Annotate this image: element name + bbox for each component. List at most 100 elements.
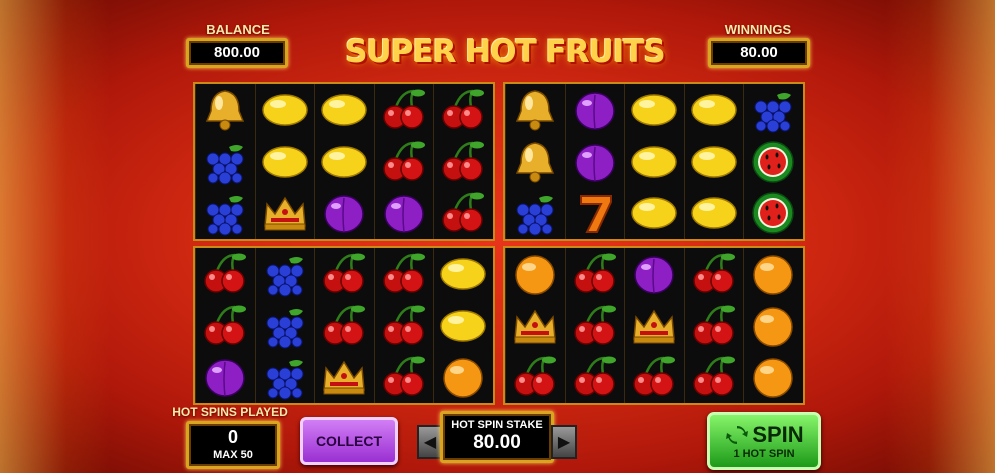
cherry-icon — [434, 137, 492, 187]
reel — [624, 248, 685, 403]
balance-label: BALANCE — [206, 22, 270, 37]
lemon-icon — [434, 301, 492, 351]
bell-icon — [506, 85, 564, 135]
hot-spins-label: HOT SPINS PLAYED — [172, 405, 288, 419]
lemon-icon — [625, 188, 683, 238]
grapes-icon — [256, 352, 314, 402]
hot-spins-max: MAX 50 — [213, 449, 253, 461]
crown-icon — [315, 352, 373, 402]
hot-spins-count: 0 — [227, 427, 238, 447]
bell-icon — [196, 85, 254, 135]
cherry-icon — [685, 249, 743, 299]
orange-icon — [744, 249, 802, 299]
grapes-icon — [196, 137, 254, 187]
slot-grid-top-right — [503, 82, 805, 241]
plum-icon — [315, 188, 373, 238]
cherry-icon — [375, 249, 433, 299]
lemon-icon — [625, 85, 683, 135]
cherry-icon — [196, 301, 254, 351]
reel — [254, 248, 315, 403]
seven-icon — [566, 188, 624, 238]
grapes-icon — [256, 249, 314, 299]
cherry-icon — [375, 137, 433, 187]
plum-icon — [566, 137, 624, 187]
orange-icon — [434, 352, 492, 402]
balance-value: 800.00 — [186, 38, 288, 68]
spin-sub-label: 1 HOT SPIN — [733, 448, 795, 460]
grapes-icon — [744, 85, 802, 135]
plum-icon — [375, 188, 433, 238]
cherry-icon — [685, 301, 743, 351]
flame-decoration-right — [885, 0, 995, 473]
orange-icon — [744, 352, 802, 402]
crown-icon — [506, 301, 564, 351]
winnings-value: 80.00 — [708, 38, 810, 68]
lemon-icon — [315, 85, 373, 135]
cherry-icon — [566, 352, 624, 402]
chevron-right-icon: ▶ — [557, 434, 571, 451]
reel — [624, 84, 685, 239]
stake-increase-button[interactable]: ▶ — [551, 425, 577, 459]
lemon-icon — [434, 249, 492, 299]
lemon-icon — [315, 137, 373, 187]
cherry-icon — [434, 85, 492, 135]
stake-label: HOT SPIN STAKE — [451, 419, 543, 431]
game-title: SUPER HOT FRUITS — [345, 34, 666, 70]
lemon-icon — [685, 85, 743, 135]
reel — [373, 248, 434, 403]
reel — [564, 84, 625, 239]
cherry-icon — [315, 301, 373, 351]
slot-grid-top-left — [193, 82, 495, 241]
lemon-icon — [625, 137, 683, 187]
reel — [743, 84, 804, 239]
reel — [433, 84, 494, 239]
cherry-icon — [375, 301, 433, 351]
stake-box: HOT SPIN STAKE 80.00 — [440, 411, 554, 463]
collect-button[interactable]: COLLECT — [300, 417, 398, 465]
cherry-icon — [375, 85, 433, 135]
reel — [683, 84, 744, 239]
crown-icon — [256, 188, 314, 238]
reel — [683, 248, 744, 403]
cherry-icon — [566, 301, 624, 351]
orange-icon — [744, 301, 802, 351]
reel — [564, 248, 625, 403]
cherry-icon — [315, 249, 373, 299]
cherry-icon — [566, 249, 624, 299]
refresh-icon — [726, 426, 749, 444]
plum-icon — [566, 85, 624, 135]
grapes-icon — [506, 188, 564, 238]
reel — [195, 248, 255, 403]
lemon-icon — [256, 85, 314, 135]
melon-icon — [744, 137, 802, 187]
winnings-label: WINNINGS — [724, 22, 792, 37]
lemon-icon — [685, 188, 743, 238]
orange-icon — [506, 249, 564, 299]
grapes-icon — [196, 188, 254, 238]
melon-icon — [744, 188, 802, 238]
cherry-icon — [506, 352, 564, 402]
lemon-icon — [685, 137, 743, 187]
slot-grid-bottom-left — [193, 246, 495, 405]
stake-value: 80.00 — [473, 432, 521, 453]
cherry-icon — [375, 352, 433, 402]
reel — [743, 248, 804, 403]
spin-button[interactable]: SPIN 1 HOT SPIN — [707, 412, 821, 470]
crown-icon — [625, 301, 683, 351]
reel — [195, 84, 255, 239]
flame-decoration-left — [0, 0, 110, 473]
cherry-icon — [625, 352, 683, 402]
bell-icon — [506, 137, 564, 187]
chevron-left-icon: ◀ — [423, 434, 437, 451]
slot-grid-bottom-right — [503, 246, 805, 405]
reel — [314, 84, 375, 239]
reel — [314, 248, 375, 403]
cherry-icon — [434, 188, 492, 238]
hot-spins-box: 0 MAX 50 — [186, 421, 280, 469]
reel — [505, 248, 565, 403]
cherry-icon — [196, 249, 254, 299]
plum-icon — [625, 249, 683, 299]
reel — [373, 84, 434, 239]
reel — [254, 84, 315, 239]
grapes-icon — [256, 301, 314, 351]
